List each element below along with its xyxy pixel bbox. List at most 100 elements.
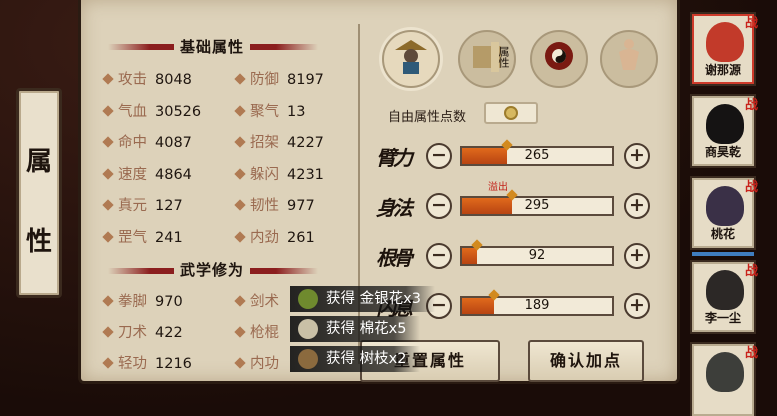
stat-label: 防御 xyxy=(250,72,279,88)
diamond-bullet-icon xyxy=(102,199,114,211)
loot-toast-text: 获得 棉花x5 xyxy=(326,321,407,337)
stat-label: 刀术 xyxy=(118,325,147,341)
loot-toast: 获得 棉花x5 xyxy=(290,316,421,342)
free-points-value-box xyxy=(484,102,538,124)
stat-value: 241 xyxy=(155,229,183,246)
increase-button[interactable]: + xyxy=(624,143,650,169)
stat-value: 261 xyxy=(287,229,315,246)
battle-badge: 战 xyxy=(744,180,758,195)
point-coin-icon xyxy=(504,106,518,120)
martial-cultivation-title: 武学修为 xyxy=(174,259,251,280)
roster-card-li-yichen[interactable]: 李一尘 战 xyxy=(692,262,758,332)
roster-name: 桃花 xyxy=(710,227,735,241)
decrease-button[interactable]: − xyxy=(426,143,452,169)
diamond-bullet-icon xyxy=(234,73,246,85)
stat-item: 命中 4087 xyxy=(102,131,192,152)
roster-card-taohua[interactable]: 桃花 战 xyxy=(692,178,758,248)
avatar xyxy=(706,352,744,392)
decrease-button[interactable]: − xyxy=(426,193,452,219)
straw-hat-figure-icon xyxy=(391,36,431,82)
loot-toast: 获得 金银花x3 xyxy=(290,286,435,312)
diamond-bullet-icon xyxy=(102,295,114,307)
basic-attributes-title: 基础属性 xyxy=(174,36,251,57)
stat-item: 罡气 241 xyxy=(102,226,183,247)
roster-card-masked[interactable]: 战 xyxy=(692,344,758,416)
tab-bagua[interactable] xyxy=(530,30,588,88)
tab-body[interactable] xyxy=(600,30,658,88)
diamond-bullet-icon xyxy=(102,230,114,243)
stat-label: 速度 xyxy=(118,166,147,183)
panel-divider xyxy=(358,24,360,364)
stat-item: 内劲 261 xyxy=(234,226,315,247)
increase-button[interactable]: + xyxy=(624,193,650,219)
tab-attributes-label: 属性 xyxy=(497,46,510,68)
battle-badge: 战 xyxy=(744,98,758,113)
diamond-bullet-icon xyxy=(102,326,114,338)
stat-item: 拳脚 970 xyxy=(102,290,183,311)
overflow-label: 溢出 xyxy=(488,182,508,193)
stat-label: 韧性 xyxy=(250,198,279,214)
attribute-value: 295 xyxy=(524,198,550,213)
diamond-bullet-icon xyxy=(234,136,246,148)
stat-label: 气血 xyxy=(118,103,147,120)
stat-value: 8197 xyxy=(287,72,324,88)
loot-toast: 获得 树枝x2 xyxy=(290,346,421,372)
stat-label: 罡气 xyxy=(118,229,147,246)
attribute-bar: 92 xyxy=(460,239,614,266)
cotton-icon xyxy=(298,319,318,339)
stat-value: 422 xyxy=(155,325,183,341)
decrease-button[interactable]: − xyxy=(426,243,452,269)
avatar xyxy=(706,186,744,226)
diamond-bullet-icon xyxy=(102,104,114,117)
stat-value: 977 xyxy=(287,198,315,214)
increase-button[interactable]: + xyxy=(624,243,650,269)
stat-item: 防御 8197 xyxy=(234,68,324,89)
stat-label: 内劲 xyxy=(250,229,279,246)
hp-strip xyxy=(692,252,754,256)
attribute-side-tab[interactable]: 属 性 xyxy=(16,88,62,298)
free-points-label: 自由属性点数 xyxy=(388,110,467,125)
confirm-points-button[interactable]: 确认加点 xyxy=(528,340,644,382)
diamond-bullet-icon xyxy=(234,104,246,117)
battle-badge: 战 xyxy=(744,346,758,361)
diamond-bullet-icon xyxy=(102,136,114,148)
side-tab-char: 性 xyxy=(25,227,52,257)
stat-item: 枪棍 xyxy=(234,321,287,342)
roster-card-shang-haoqian[interactable]: 商昊乾 战 xyxy=(692,96,758,166)
attribute-name: 臂力 xyxy=(376,146,413,170)
stat-item: 真元 127 xyxy=(102,194,183,215)
stat-label: 枪棍 xyxy=(250,325,279,341)
stat-item: 招架 4227 xyxy=(234,131,324,152)
diamond-bullet-icon xyxy=(234,230,246,243)
stat-label: 聚气 xyxy=(250,103,279,120)
roster-name: 李一尘 xyxy=(704,311,741,325)
diamond-bullet-icon xyxy=(102,357,114,369)
attribute-bar: 189 xyxy=(460,289,614,316)
stat-label: 剑术 xyxy=(250,294,279,310)
stat-label: 攻击 xyxy=(118,72,147,88)
stat-value: 4087 xyxy=(155,135,192,151)
stat-item: 刀术 422 xyxy=(102,321,183,342)
diamond-bullet-icon xyxy=(234,199,246,211)
avatar xyxy=(706,22,744,62)
stat-value: 4227 xyxy=(287,135,324,151)
bagua-icon xyxy=(539,36,579,82)
stat-item: 躲闪 4231 xyxy=(234,163,324,184)
stat-value: 1216 xyxy=(155,356,192,372)
tab-character[interactable] xyxy=(382,30,440,88)
increase-button[interactable]: + xyxy=(624,293,650,319)
herb-icon xyxy=(298,289,318,309)
attribute-value: 92 xyxy=(528,248,546,263)
attribute-name: 身法 xyxy=(376,196,413,220)
stat-item: 剑术 xyxy=(234,290,287,311)
roster-name: 谢那源 xyxy=(704,63,741,77)
stat-item: 气血 30526 xyxy=(102,100,201,121)
loot-toast-text: 获得 树枝x2 xyxy=(326,351,407,367)
stat-value: 970 xyxy=(155,294,183,310)
attribute-bar: 265 xyxy=(460,139,614,166)
tab-attributes[interactable]: 属性 xyxy=(458,30,516,88)
roster-card-xie-nayuan[interactable]: 谢那源 战 xyxy=(692,14,758,84)
loot-toast-text: 获得 金银花x3 xyxy=(326,291,421,307)
attribute-bar: 295 xyxy=(460,189,614,216)
stat-label: 招架 xyxy=(250,135,279,151)
